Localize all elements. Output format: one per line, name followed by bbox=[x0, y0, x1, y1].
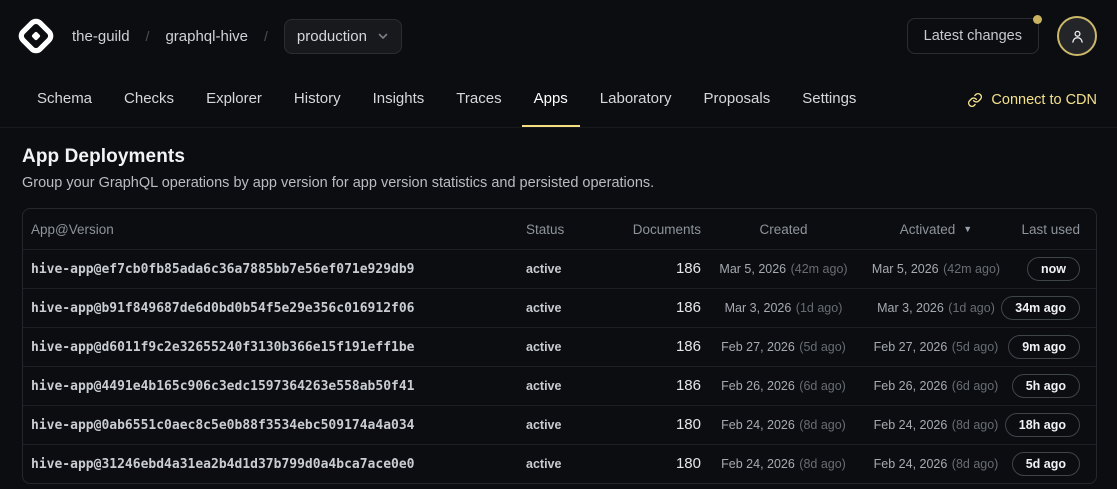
notification-dot bbox=[1033, 15, 1042, 24]
created-cell: Mar 5, 2026 (42m ago) bbox=[701, 260, 866, 278]
main-content: App Deployments Group your GraphQL opera… bbox=[0, 128, 1117, 484]
status-cell: active bbox=[526, 338, 616, 356]
app-version-cell: hive-app@b91f849687de6d0bd0b54f5e29e356c… bbox=[23, 299, 526, 317]
target-selector-value: production bbox=[297, 28, 367, 45]
header-right: Latest changes bbox=[907, 16, 1097, 56]
latest-changes-label: Latest changes bbox=[924, 28, 1022, 44]
tab-laboratory[interactable]: Laboratory bbox=[588, 72, 684, 127]
sort-by-activated[interactable]: Activated ▼ bbox=[900, 222, 972, 237]
table-row[interactable]: hive-app@31246ebd4a31ea2b4d1d37b799d0a4b… bbox=[23, 444, 1096, 483]
documents-cell: 186 bbox=[616, 338, 701, 356]
user-avatar[interactable] bbox=[1057, 16, 1097, 56]
app-version-cell: hive-app@d6011f9c2e32655240f3130b366e15f… bbox=[23, 338, 526, 356]
column-header-documents: Documents bbox=[616, 222, 701, 237]
table-row[interactable]: hive-app@ef7cb0fb85ada6c36a7885bb7e56ef0… bbox=[23, 249, 1096, 288]
tab-apps[interactable]: Apps bbox=[522, 72, 580, 127]
tabs: Schema Checks Explorer History Insights … bbox=[25, 72, 868, 127]
column-header-last-used: Last used bbox=[1006, 222, 1096, 237]
created-cell: Mar 3, 2026 (1d ago) bbox=[701, 299, 866, 317]
connect-to-cdn-label: Connect to CDN bbox=[991, 92, 1097, 108]
status-cell: active bbox=[526, 377, 616, 395]
created-cell: Feb 26, 2026 (6d ago) bbox=[701, 377, 866, 395]
app-version-cell: hive-app@31246ebd4a31ea2b4d1d37b799d0a4b… bbox=[23, 455, 526, 473]
documents-cell: 186 bbox=[616, 377, 701, 395]
app-version-cell: hive-app@ef7cb0fb85ada6c36a7885bb7e56ef0… bbox=[23, 260, 526, 278]
created-cell: Feb 27, 2026 (5d ago) bbox=[701, 338, 866, 356]
header-left: the-guild / graphql-hive / production bbox=[14, 14, 402, 58]
column-header-activated: Activated ▼ bbox=[866, 222, 1006, 237]
last-used-badge: 5d ago bbox=[1012, 452, 1080, 476]
tab-schema[interactable]: Schema bbox=[25, 72, 104, 127]
latest-changes-button[interactable]: Latest changes bbox=[907, 18, 1039, 54]
link-chain-icon bbox=[967, 92, 983, 108]
tab-settings[interactable]: Settings bbox=[790, 72, 868, 127]
last-used-cell: 34m ago bbox=[1006, 296, 1096, 320]
breadcrumb: the-guild / graphql-hive / production bbox=[72, 19, 402, 54]
status-cell: active bbox=[526, 260, 616, 278]
breadcrumb-separator: / bbox=[262, 28, 270, 44]
last-used-cell: 18h ago bbox=[1006, 413, 1096, 437]
breadcrumb-project[interactable]: graphql-hive bbox=[165, 28, 248, 45]
documents-cell: 186 bbox=[616, 299, 701, 317]
app-version-cell: hive-app@0ab6551c0aec8c5e0b88f3534ebc509… bbox=[23, 416, 526, 434]
tab-proposals[interactable]: Proposals bbox=[692, 72, 783, 127]
last-used-badge: now bbox=[1027, 257, 1080, 281]
tab-checks[interactable]: Checks bbox=[112, 72, 186, 127]
column-header-created: Created bbox=[701, 222, 866, 237]
last-used-cell: now bbox=[1006, 257, 1096, 281]
table-body: hive-app@ef7cb0fb85ada6c36a7885bb7e56ef0… bbox=[23, 249, 1096, 483]
page-subtitle: Group your GraphQL operations by app ver… bbox=[22, 175, 1097, 191]
tab-bar: Schema Checks Explorer History Insights … bbox=[0, 72, 1117, 128]
last-used-cell: 9m ago bbox=[1006, 335, 1096, 359]
last-used-badge: 5h ago bbox=[1012, 374, 1080, 398]
table-row[interactable]: hive-app@d6011f9c2e32655240f3130b366e15f… bbox=[23, 327, 1096, 366]
target-selector[interactable]: production bbox=[284, 19, 402, 54]
hive-logo-icon[interactable] bbox=[14, 14, 58, 58]
activated-cell: Mar 5, 2026 (42m ago) bbox=[866, 260, 1006, 278]
tab-insights[interactable]: Insights bbox=[361, 72, 437, 127]
documents-cell: 180 bbox=[616, 416, 701, 434]
activated-cell: Feb 24, 2026 (8d ago) bbox=[866, 455, 1006, 473]
column-header-app-version: App@Version bbox=[23, 222, 526, 237]
last-used-badge: 9m ago bbox=[1008, 335, 1080, 359]
status-cell: active bbox=[526, 455, 616, 473]
created-cell: Feb 24, 2026 (8d ago) bbox=[701, 416, 866, 434]
documents-cell: 180 bbox=[616, 455, 701, 473]
top-header: the-guild / graphql-hive / production La… bbox=[0, 0, 1117, 72]
column-header-status: Status bbox=[526, 222, 616, 237]
user-icon bbox=[1069, 28, 1086, 45]
app-deployments-table: App@Version Status Documents Created Act… bbox=[22, 208, 1097, 484]
last-used-cell: 5h ago bbox=[1006, 374, 1096, 398]
table-row[interactable]: hive-app@b91f849687de6d0bd0b54f5e29e356c… bbox=[23, 288, 1096, 327]
tab-traces[interactable]: Traces bbox=[444, 72, 513, 127]
app-version-cell: hive-app@4491e4b165c906c3edc1597364263e5… bbox=[23, 377, 526, 395]
connect-to-cdn-link[interactable]: Connect to CDN bbox=[967, 72, 1097, 127]
table-row[interactable]: hive-app@4491e4b165c906c3edc1597364263e5… bbox=[23, 366, 1096, 405]
tab-history[interactable]: History bbox=[282, 72, 353, 127]
activated-cell: Feb 27, 2026 (5d ago) bbox=[866, 338, 1006, 356]
activated-cell: Feb 26, 2026 (6d ago) bbox=[866, 377, 1006, 395]
documents-cell: 186 bbox=[616, 260, 701, 278]
chevron-down-icon bbox=[377, 30, 389, 42]
breadcrumb-org[interactable]: the-guild bbox=[72, 28, 130, 45]
table-row[interactable]: hive-app@0ab6551c0aec8c5e0b88f3534ebc509… bbox=[23, 405, 1096, 444]
last-used-badge: 18h ago bbox=[1005, 413, 1080, 437]
last-used-badge: 34m ago bbox=[1001, 296, 1080, 320]
activated-cell: Feb 24, 2026 (8d ago) bbox=[866, 416, 1006, 434]
last-used-cell: 5d ago bbox=[1006, 452, 1096, 476]
table-header: App@Version Status Documents Created Act… bbox=[23, 209, 1096, 249]
created-cell: Feb 24, 2026 (8d ago) bbox=[701, 455, 866, 473]
status-cell: active bbox=[526, 416, 616, 434]
breadcrumb-separator: / bbox=[144, 28, 152, 44]
status-cell: active bbox=[526, 299, 616, 317]
tab-bar-spacer bbox=[868, 72, 967, 127]
sort-desc-icon: ▼ bbox=[963, 224, 972, 234]
page-title: App Deployments bbox=[22, 146, 1097, 168]
activated-cell: Mar 3, 2026 (1d ago) bbox=[866, 299, 1006, 317]
tab-explorer[interactable]: Explorer bbox=[194, 72, 274, 127]
